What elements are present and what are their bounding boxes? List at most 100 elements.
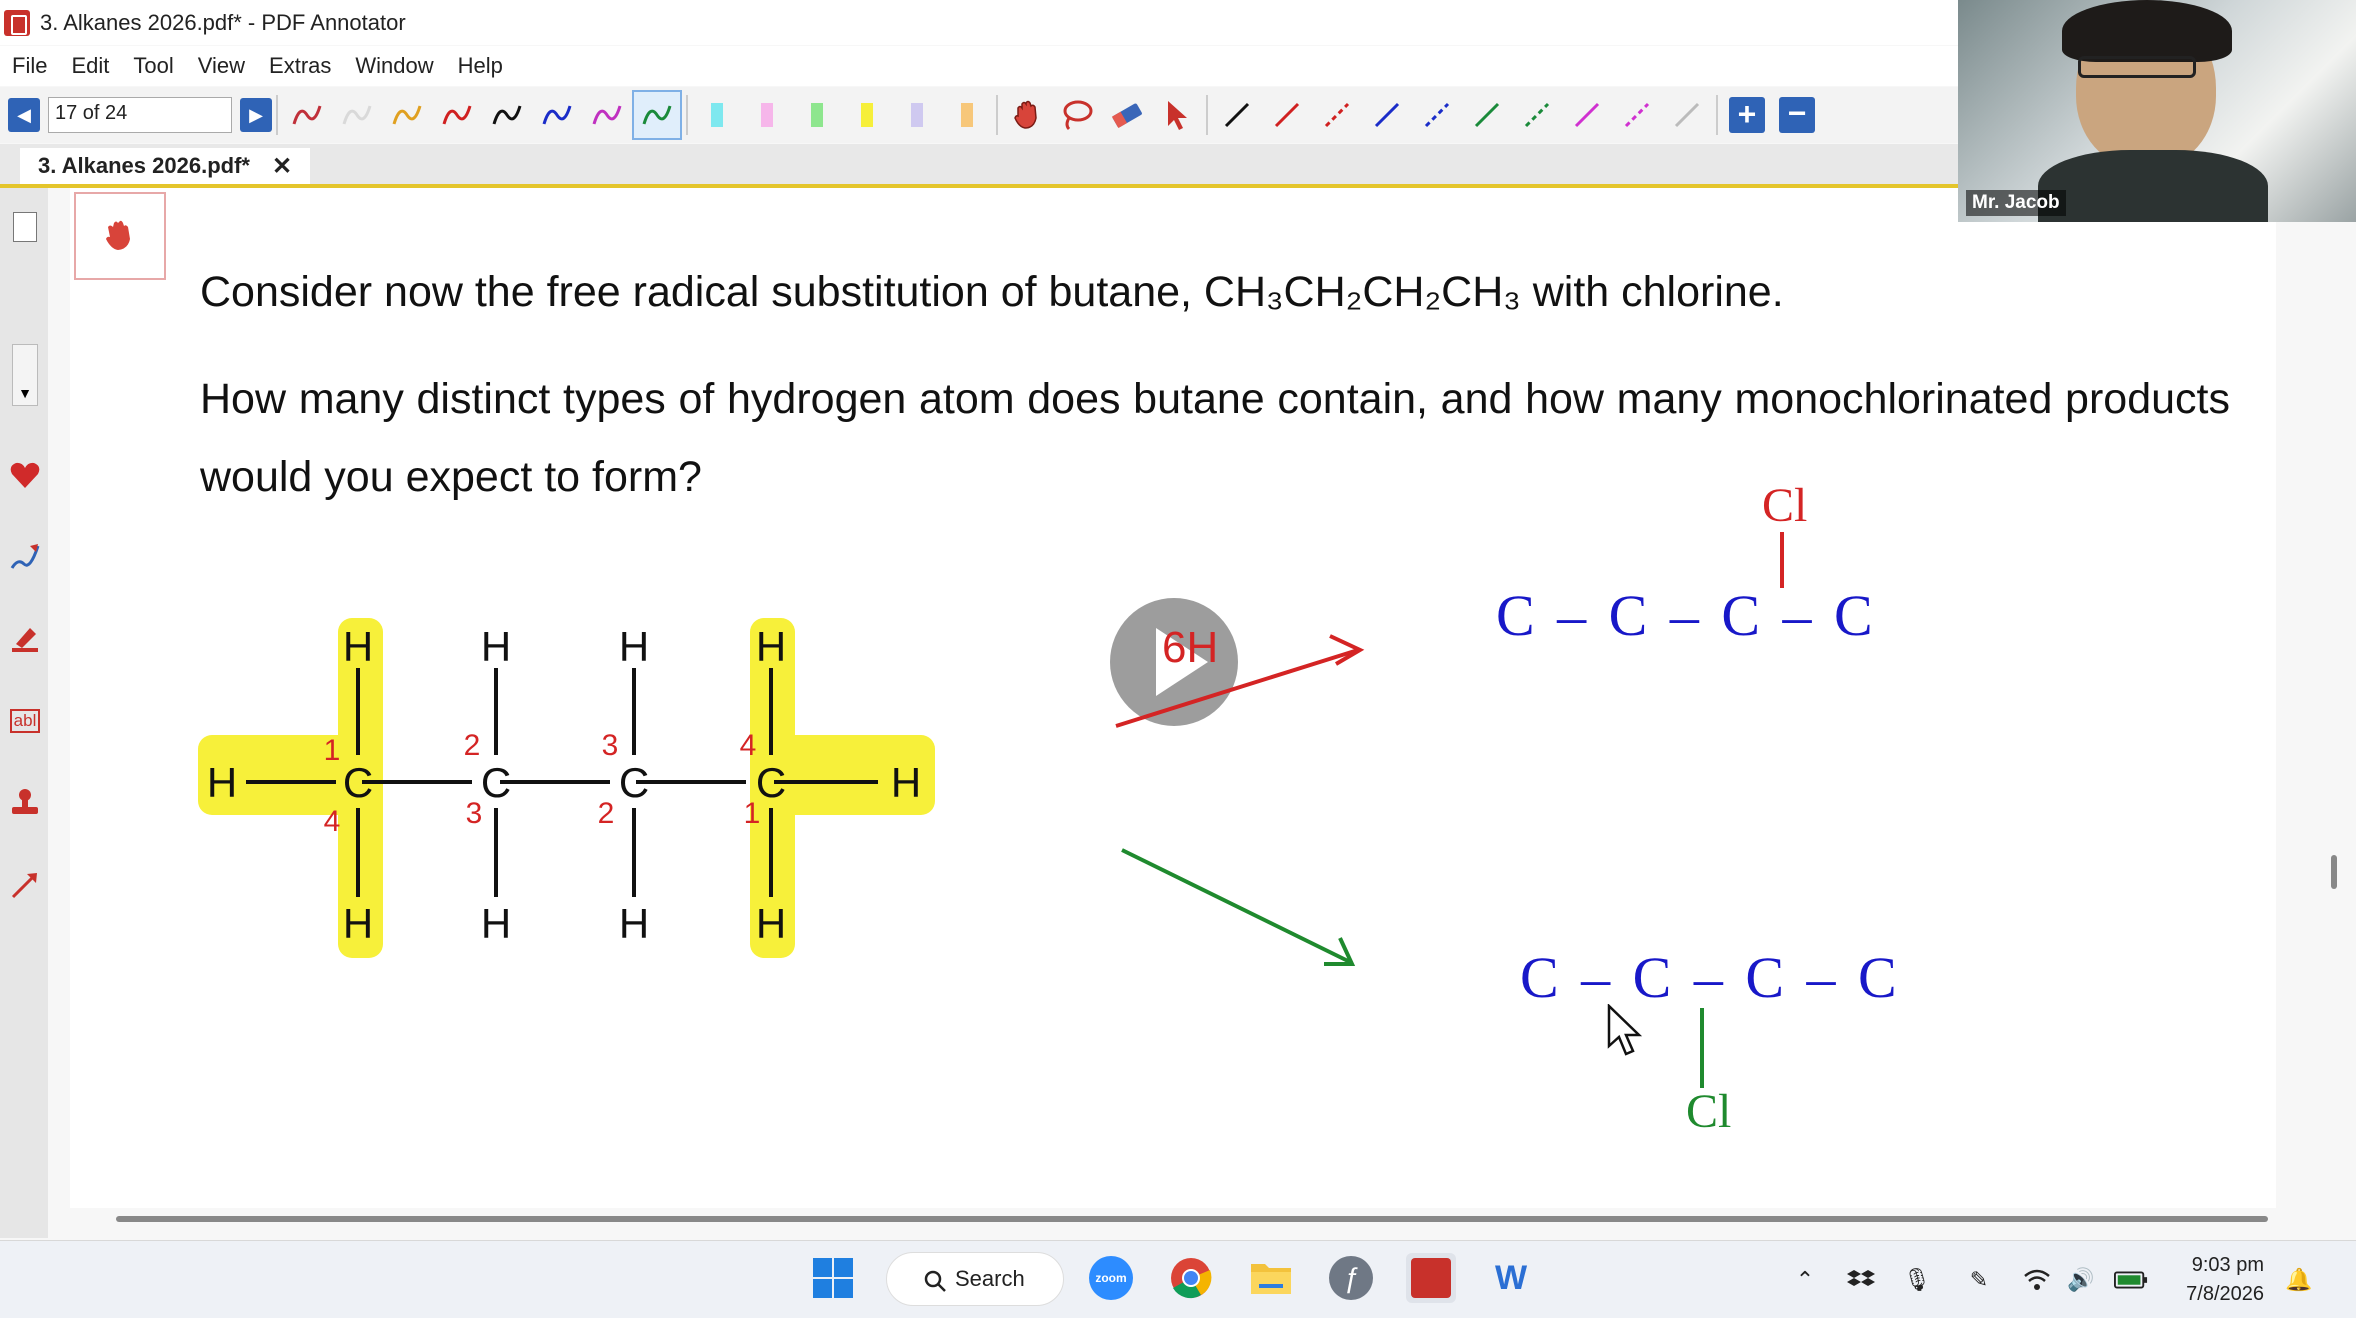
- vertical-scrollbar-thumb[interactable]: [2331, 855, 2337, 889]
- line-tool-2[interactable]: [1262, 90, 1312, 140]
- file-explorer-icon[interactable]: [1246, 1253, 1296, 1303]
- highlighter-tool-4[interactable]: [842, 90, 892, 140]
- document-tab-label: 3. Alkanes 2026.pdf*: [38, 153, 250, 178]
- eraser-icon[interactable]: [1102, 90, 1152, 140]
- next-page-icon[interactable]: ▶: [240, 98, 272, 132]
- app-icon[interactable]: ƒ: [1326, 1253, 1376, 1303]
- volume-icon[interactable]: 🔊: [2064, 1263, 2098, 1297]
- menu-file[interactable]: File: [0, 53, 59, 79]
- document-tab[interactable]: 3. Alkanes 2026.pdf* ✕: [20, 148, 311, 184]
- pen-tool-3[interactable]: [382, 90, 432, 140]
- line-tool-7[interactable]: [1512, 90, 1562, 140]
- menu-view[interactable]: View: [186, 53, 257, 79]
- battery-icon[interactable]: [2114, 1263, 2148, 1297]
- stamp-tool-icon[interactable]: [8, 786, 42, 820]
- hydrogen-atom-c2-top: H: [481, 623, 511, 670]
- arrow-tool-icon[interactable]: [8, 868, 42, 902]
- scroll-down-icon[interactable]: ▼: [8, 344, 42, 406]
- question-line-1: Consider now the free radical substituti…: [200, 268, 1784, 316]
- horizontal-scrollbar[interactable]: [116, 1216, 2268, 1222]
- wifi-icon[interactable]: [2020, 1263, 2054, 1297]
- microphone-icon[interactable]: 🎙: [1900, 1263, 1934, 1297]
- zoom-out-icon[interactable]: −: [1772, 90, 1822, 140]
- prev-page-icon[interactable]: ◀: [8, 98, 40, 132]
- product-2-carbon-chain: C – C – C – C: [1520, 945, 1901, 1010]
- menu-edit[interactable]: Edit: [59, 53, 121, 79]
- line-tool-4[interactable]: [1362, 90, 1412, 140]
- line-tool-10[interactable]: [1662, 90, 1712, 140]
- highlighter-tool-6[interactable]: [942, 90, 992, 140]
- favorites-heart-icon[interactable]: [8, 458, 42, 492]
- document-tab-bar: 3. Alkanes 2026.pdf* ✕: [0, 144, 1958, 188]
- window-title: 3. Alkanes 2026.pdf* - PDF Annotator: [40, 9, 406, 35]
- highlighter-tool-1[interactable]: [692, 90, 742, 140]
- pen-tool-4[interactable]: [432, 90, 482, 140]
- hydrogen-atom-c4-bottom: H: [756, 900, 786, 947]
- pen-icon[interactable]: ✎: [1962, 1263, 1996, 1297]
- menu-tool[interactable]: Tool: [121, 53, 185, 79]
- windows-start-icon[interactable]: [808, 1253, 858, 1303]
- line-tool-1[interactable]: [1212, 90, 1262, 140]
- taskbar-search-box[interactable]: Search: [886, 1252, 1064, 1306]
- menu-bar: File Edit Tool View Extras Window Help: [0, 46, 1958, 86]
- page-indicator-field[interactable]: 17 of 24: [48, 97, 232, 133]
- question-line-2: How many distinct types of hydrogen atom…: [200, 375, 2230, 501]
- screen: 3. Alkanes 2026.pdf* - PDF Annotator Fil…: [0, 0, 2356, 1318]
- line-tool-3[interactable]: [1312, 90, 1362, 140]
- line-tool-5[interactable]: [1412, 90, 1462, 140]
- highlighter-tool-3[interactable]: [792, 90, 842, 140]
- menu-extras[interactable]: Extras: [257, 53, 343, 79]
- toolbar-separator: [996, 95, 998, 135]
- page-thumbnail[interactable]: [74, 192, 166, 280]
- carbon-atom-2: C: [481, 759, 511, 806]
- text-tool-icon[interactable]: abl: [8, 704, 42, 738]
- pen-tool-2[interactable]: [332, 90, 382, 140]
- title-bar: 3. Alkanes 2026.pdf* - PDF Annotator: [0, 0, 1958, 45]
- menu-help[interactable]: Help: [446, 53, 515, 79]
- lasso-icon[interactable]: [1052, 90, 1102, 140]
- select-arrow-icon[interactable]: [1152, 90, 1202, 140]
- pdf-annotator-icon[interactable]: [1406, 1253, 1456, 1303]
- highlighter-tool-5[interactable]: [892, 90, 942, 140]
- chevron-up-icon[interactable]: ⌃: [1788, 1263, 1822, 1297]
- dropbox-icon[interactable]: [1844, 1263, 1878, 1297]
- hand-icon[interactable]: [1002, 90, 1052, 140]
- pen-tool-5[interactable]: [482, 90, 532, 140]
- carbon-number-3-top: 3: [602, 729, 619, 762]
- carbon-number-4-top: 4: [740, 729, 757, 762]
- butane-structure-diagram: C C C C H H H H H H H H H H 1 2 3 4 4 3 …: [198, 618, 935, 958]
- pen-tool-8[interactable]: [632, 90, 682, 140]
- highlighter-tool-2[interactable]: [742, 90, 792, 140]
- close-tab-icon[interactable]: ✕: [272, 152, 292, 181]
- menu-window[interactable]: Window: [343, 53, 445, 79]
- hydrogen-atom-c1-bottom: H: [343, 900, 373, 947]
- taskbar-search-label: Search: [955, 1266, 1025, 1291]
- carbon-number-4-bottom: 4: [324, 805, 341, 838]
- carbon-number-3-bottom: 3: [466, 797, 483, 830]
- carbon-atom-1: C: [343, 759, 373, 806]
- line-tool-6[interactable]: [1462, 90, 1512, 140]
- highlighter-tool-icon[interactable]: [8, 622, 42, 656]
- pdf-annotator-logo-icon: [4, 9, 30, 36]
- zoom-in-icon[interactable]: +: [1722, 90, 1772, 140]
- pen-tool-7[interactable]: [582, 90, 632, 140]
- carbon-atom-3: C: [619, 759, 649, 806]
- pen-tools-group: [282, 90, 682, 140]
- search-icon: [924, 1270, 946, 1292]
- pen-tool-6[interactable]: [532, 90, 582, 140]
- zoom-icon[interactable]: zoom: [1086, 1253, 1136, 1303]
- notification-icon[interactable]: 🔔: [2282, 1263, 2316, 1297]
- hydrogen-atom-right: H: [891, 759, 921, 806]
- carbon-atom-4: C: [756, 759, 786, 806]
- page-thumbnail-icon[interactable]: [8, 210, 42, 244]
- word-icon[interactable]: W: [1486, 1253, 1536, 1303]
- pen-tool-icon[interactable]: [8, 540, 42, 574]
- presenter-glasses: [2078, 56, 2196, 78]
- product-1-chlorine: Cl: [1762, 479, 1808, 532]
- pen-tool-1[interactable]: [282, 90, 332, 140]
- line-tool-9[interactable]: [1612, 90, 1662, 140]
- taskbar-clock[interactable]: 9:03 pm 7/8/2026: [2168, 1251, 2264, 1309]
- chrome-icon[interactable]: [1166, 1253, 1216, 1303]
- line-tool-8[interactable]: [1562, 90, 1612, 140]
- hydrogen-atom-c2-bottom: H: [481, 900, 511, 947]
